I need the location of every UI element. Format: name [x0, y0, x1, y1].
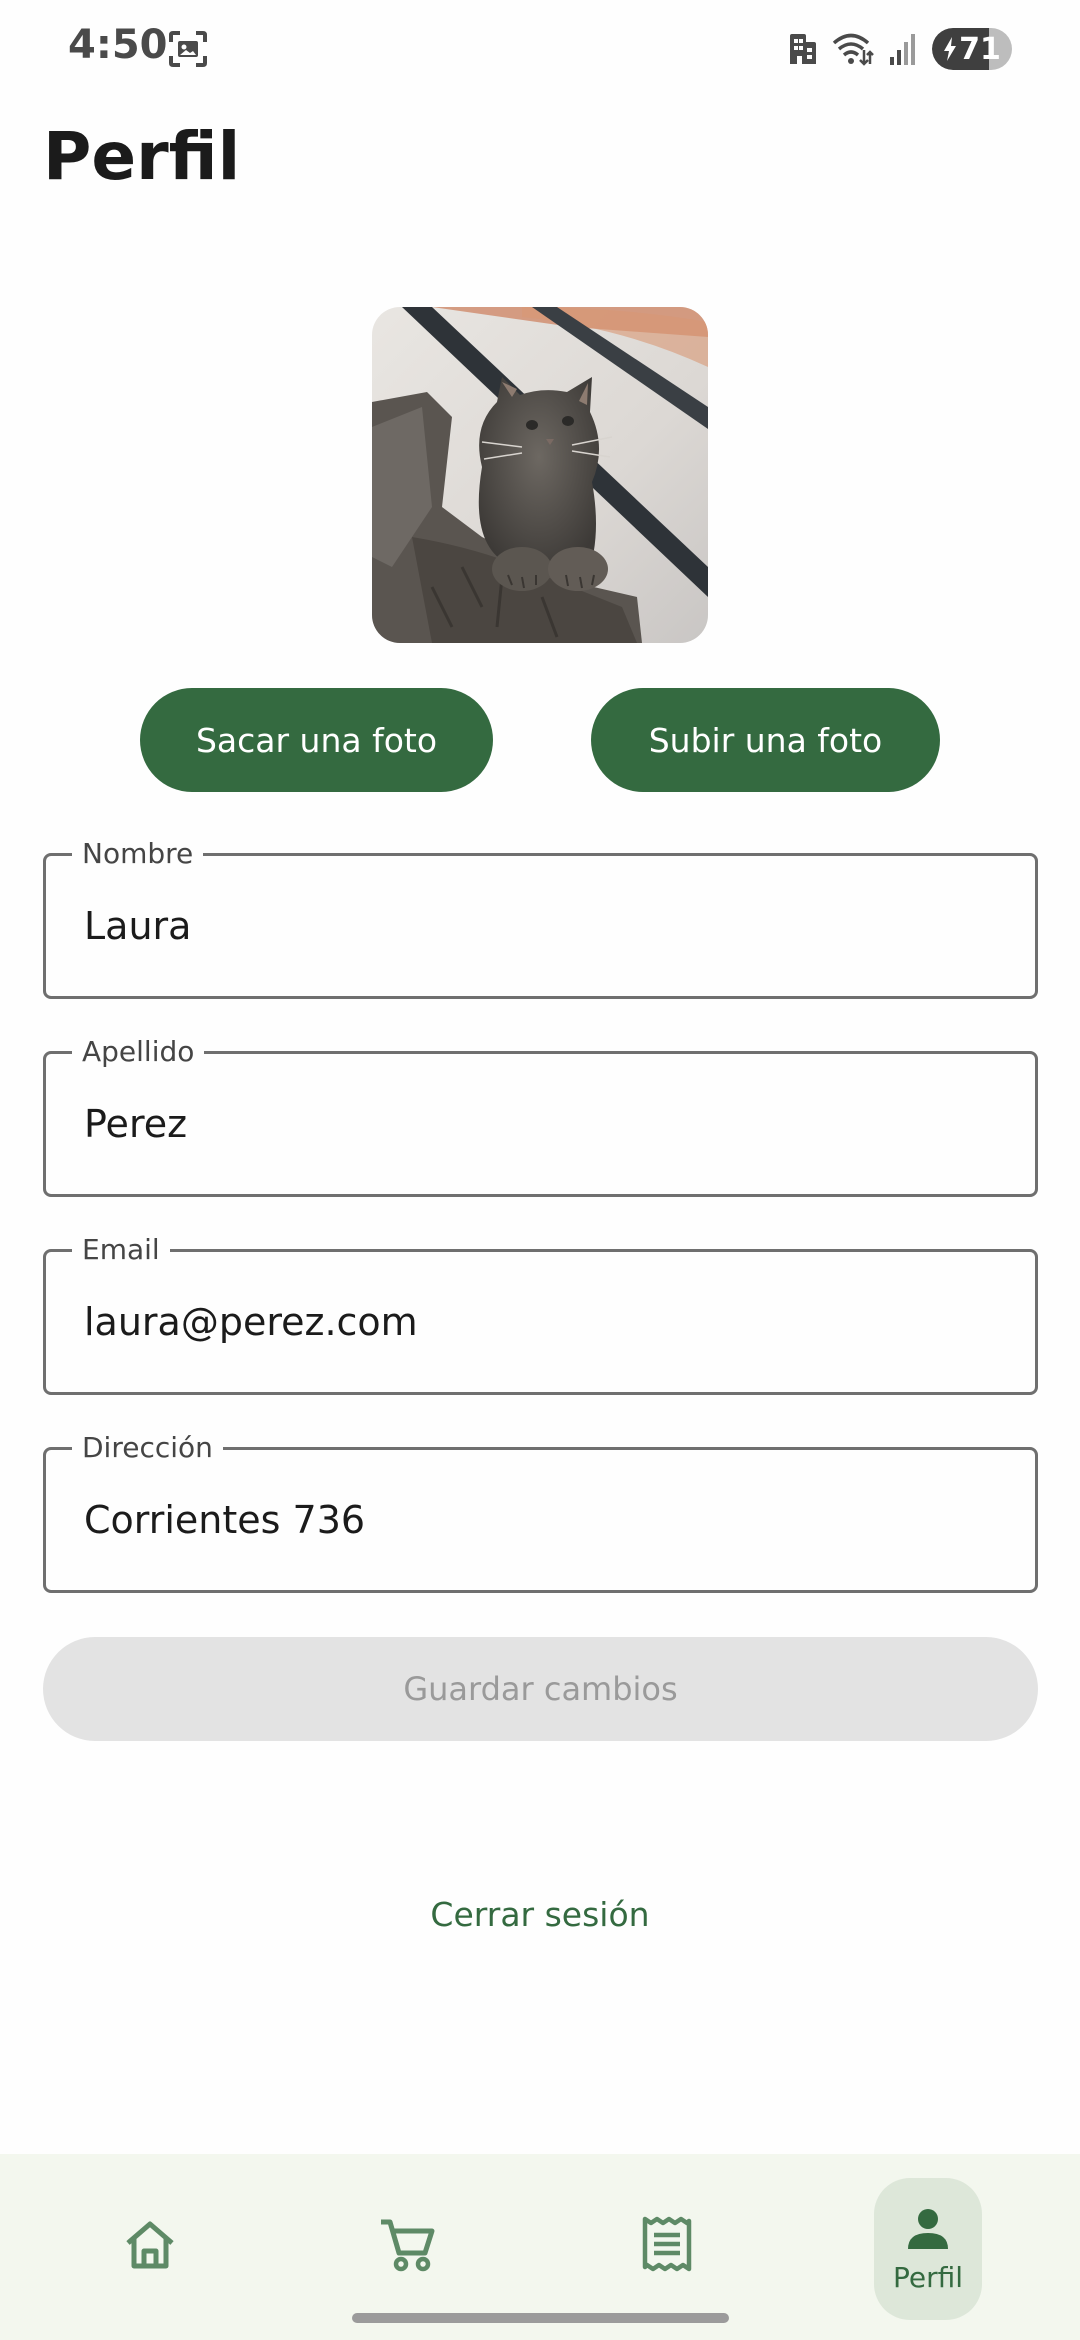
- battery-charging-icon: 71: [932, 28, 1012, 70]
- home-indicator[interactable]: [352, 2313, 729, 2323]
- first-name-input[interactable]: [84, 856, 1004, 996]
- upload-photo-button[interactable]: Subir una foto: [591, 688, 940, 792]
- work-profile-icon: [788, 32, 818, 66]
- save-changes-button[interactable]: Guardar cambios: [43, 1637, 1038, 1741]
- last-name-input[interactable]: [84, 1054, 1004, 1194]
- page-title: Perfil: [43, 118, 241, 195]
- take-photo-button[interactable]: Sacar una foto: [140, 688, 493, 792]
- battery-percent: 71: [959, 31, 1001, 67]
- address-input[interactable]: [84, 1450, 1004, 1590]
- logout-button[interactable]: Cerrar sesión: [0, 1895, 1080, 1934]
- home-icon: [122, 2219, 178, 2275]
- address-field[interactable]: Dirección: [43, 1430, 1038, 1593]
- signal-icon: [888, 33, 918, 65]
- battery-level: 71: [932, 28, 1012, 70]
- first-name-field[interactable]: Nombre: [43, 836, 1038, 999]
- screenshot-icon: [168, 30, 208, 68]
- profile-photo[interactable]: [372, 307, 708, 643]
- status-time: 4:50: [68, 22, 168, 68]
- nav-profile-label: Perfil: [892, 2260, 964, 2294]
- email-input[interactable]: [84, 1252, 1004, 1392]
- cart-icon: [379, 2217, 437, 2277]
- person-icon: [904, 2205, 952, 2257]
- status-icons: 71: [788, 26, 1012, 72]
- nav-profile[interactable]: Perfil: [874, 2178, 982, 2320]
- nav-home[interactable]: [100, 2154, 200, 2340]
- profile-screen: 4:50 71 Perfil Sacar una foto Subir una …: [0, 0, 1080, 2340]
- email-field[interactable]: Email: [43, 1232, 1038, 1395]
- last-name-field[interactable]: Apellido: [43, 1034, 1038, 1197]
- receipt-icon: [641, 2216, 693, 2278]
- status-bar: 4:50 71: [0, 0, 1080, 100]
- wifi-icon: [832, 32, 874, 66]
